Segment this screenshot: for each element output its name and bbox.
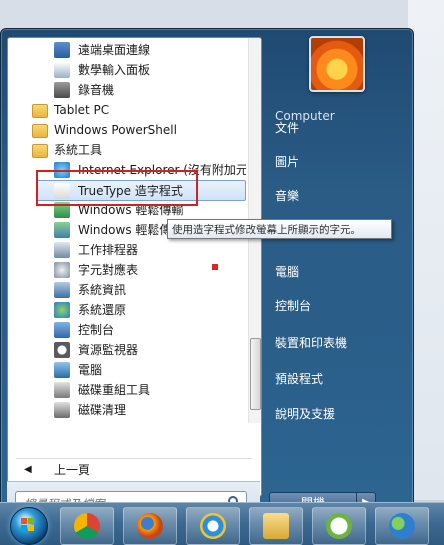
program-item[interactable]: 工作排程器 (8, 240, 246, 260)
start-button[interactable] (10, 507, 48, 545)
disk-cleanup-icon (54, 402, 70, 418)
start-menu-link[interactable]: 圖片 (275, 153, 299, 170)
program-label: 資源監視器 (78, 343, 139, 357)
program-label: 磁碟清理 (78, 403, 127, 417)
program-label: 數學輸入面板 (78, 63, 151, 77)
microphone-icon (54, 82, 70, 98)
start-menu-link[interactable]: 裝置和印表機 (275, 334, 347, 351)
program-item[interactable]: 控制台 (8, 320, 246, 340)
folder-icon (32, 124, 48, 138)
messenger-icon (389, 513, 415, 539)
task-scheduler-icon (54, 242, 70, 258)
start-menu-link[interactable]: 說明及支援 (275, 405, 335, 422)
program-item[interactable]: 系統工具 (8, 140, 246, 160)
back-arrow-icon: ◀ (24, 464, 32, 475)
file-explorer-icon (263, 513, 289, 539)
program-item[interactable]: 磁碟清理 (8, 400, 246, 420)
internet-explorer-icon (200, 513, 226, 539)
folder-icon (32, 104, 48, 118)
program-item[interactable]: 電腦 (8, 360, 246, 380)
program-label: 電腦 (78, 363, 103, 377)
math-input-icon (54, 62, 70, 78)
folder-icon (32, 144, 48, 158)
program-item[interactable]: 數學輸入面板 (8, 60, 246, 80)
taskbar-button[interactable] (375, 507, 429, 545)
program-label: Tablet PC (54, 103, 110, 117)
program-item[interactable]: 錄音機 (8, 80, 246, 100)
program-label: 錄音機 (78, 83, 115, 97)
start-menu-link[interactable]: 電腦 (275, 263, 299, 280)
system-info-icon (54, 282, 70, 298)
user-avatar[interactable] (309, 36, 365, 92)
program-item[interactable]: 資源監視器 (8, 340, 246, 360)
program-label: 工作排程器 (78, 243, 139, 257)
program-item[interactable]: Tablet PC (8, 100, 246, 120)
program-label: 字元對應表 (78, 263, 139, 277)
program-item[interactable]: Windows PowerShell (8, 120, 246, 140)
windows-logo-icon (21, 518, 35, 532)
program-item[interactable]: 系統還原 (8, 300, 246, 320)
start-menu-link[interactable]: 文件 (275, 119, 299, 136)
easy-transfer-report-icon (54, 222, 70, 238)
computer-icon (54, 362, 70, 378)
red-marker (212, 264, 218, 270)
program-item[interactable]: 磁碟重組工具 (8, 380, 246, 400)
program-label: 磁碟重組工具 (78, 383, 151, 397)
taskbar-button[interactable] (60, 507, 114, 545)
control-panel-icon (54, 322, 70, 338)
taskbar-button[interactable] (186, 507, 240, 545)
start-menu: 遠端桌面連線 數學輸入面板 錄音機 Tablet PC Windows PowerShe… (0, 28, 414, 528)
separator (16, 458, 252, 459)
taskbar-button[interactable] (123, 507, 177, 545)
back-label: 上一頁 (54, 463, 91, 477)
firefox-icon (137, 513, 163, 539)
program-label: 遠端桌面連線 (78, 43, 151, 57)
taskbar (0, 502, 444, 545)
program-label: 系統資訊 (78, 283, 127, 297)
system-restore-icon (54, 302, 70, 318)
tooltip: 使用造字程式修改螢幕上所顯示的字元。 (167, 219, 392, 239)
google-talk-icon (326, 513, 352, 539)
chrome-icon (74, 513, 100, 539)
defrag-icon (54, 382, 70, 398)
highlight-annotation-box (36, 170, 198, 206)
scrollbar-thumb[interactable] (250, 338, 261, 410)
program-item[interactable]: 字元對應表 (8, 260, 246, 280)
program-item[interactable]: 系統資訊 (8, 280, 246, 300)
program-label: 系統工具 (54, 143, 103, 157)
program-label: 控制台 (78, 323, 115, 337)
resource-monitor-icon (54, 342, 70, 358)
start-menu-link[interactable]: 音樂 (275, 187, 299, 204)
programs-pane: 遠端桌面連線 數學輸入面板 錄音機 Tablet PC Windows PowerShe… (7, 37, 262, 497)
program-label: 系統還原 (78, 303, 127, 317)
program-label: Windows 輕鬆傳 (78, 223, 172, 237)
program-label: Windows PowerShell (54, 123, 177, 137)
taskbar-button[interactable] (312, 507, 366, 545)
start-menu-link[interactable]: 控制台 (275, 297, 311, 314)
start-menu-link[interactable]: 預設程式 (275, 370, 323, 387)
remote-desktop-icon (54, 42, 70, 58)
program-item[interactable]: 遠端桌面連線 (8, 40, 246, 60)
taskbar-button[interactable] (249, 507, 303, 545)
character-map-icon (54, 262, 70, 278)
back-button[interactable]: ◀ 上一頁 (8, 460, 261, 480)
